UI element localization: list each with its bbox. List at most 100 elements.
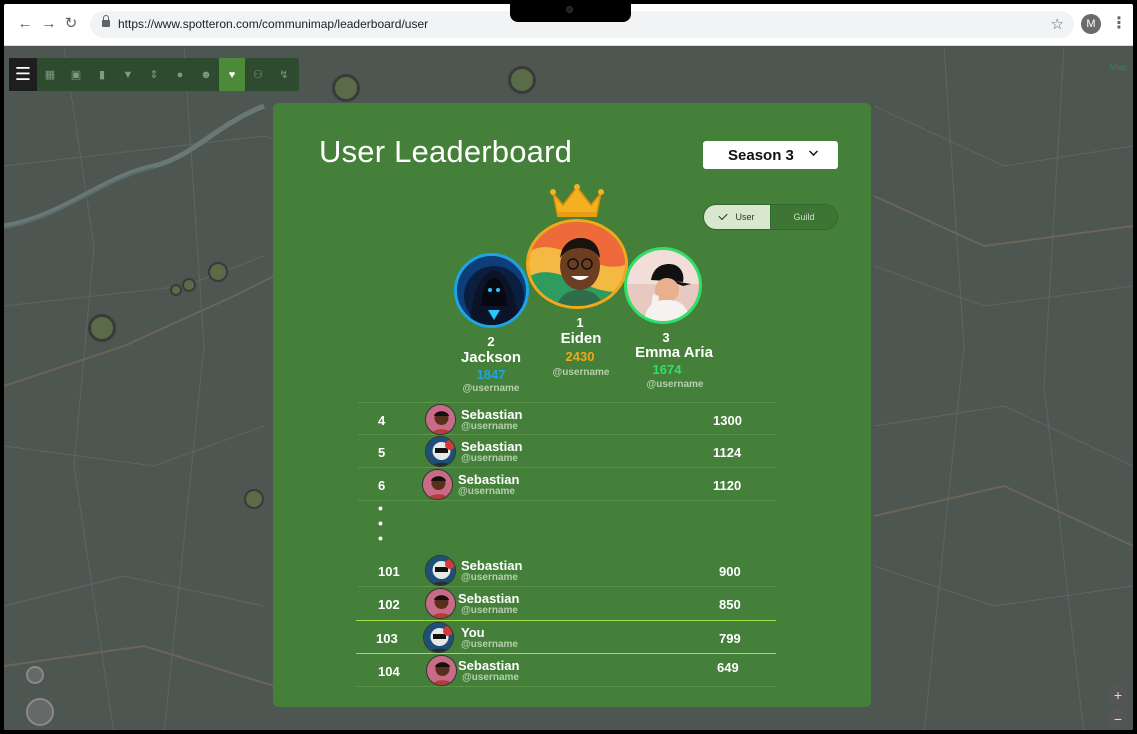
- row-score: 1300: [713, 413, 742, 428]
- row-username: @username: [458, 486, 515, 497]
- map-marker[interactable]: [244, 489, 264, 509]
- row-name: Sebastian: [461, 439, 523, 454]
- podium-username-2: @username: [462, 383, 520, 394]
- podium-avatar-1[interactable]: [526, 219, 628, 309]
- row-score: 900: [719, 564, 741, 579]
- row-name: Sebastian: [461, 558, 523, 573]
- row-score: 1124: [713, 445, 742, 460]
- podium-username-3: @username: [646, 379, 704, 390]
- row-username: @username: [461, 639, 518, 650]
- user-guild-toggle: User Guild: [703, 204, 838, 230]
- row-username: @username: [461, 421, 518, 432]
- leaderboard-row[interactable]: 102 Sebastian @username 850: [358, 587, 776, 620]
- person-icon[interactable]: ☻: [193, 58, 219, 91]
- back-arrow-icon[interactable]: ←: [16, 15, 34, 33]
- map-marker[interactable]: [332, 74, 360, 102]
- row-avatar: [425, 404, 456, 435]
- row-score: 649: [717, 660, 739, 675]
- row-rank: 101: [378, 564, 400, 579]
- row-rank: 104: [378, 664, 400, 679]
- podium-score-3: 1674: [652, 362, 682, 377]
- row-username: @username: [461, 453, 518, 464]
- locate-pin-icon[interactable]: [26, 698, 54, 726]
- podium-name-1: Eiden: [560, 330, 602, 347]
- row-username: @username: [461, 605, 518, 616]
- row-avatar: [425, 588, 456, 619]
- row-username: @username: [462, 672, 519, 683]
- row-avatar: [426, 655, 457, 686]
- podium-rank-1: 1: [576, 315, 584, 330]
- leaderboard-row[interactable]: 6 Sebastian @username 1120: [358, 468, 776, 501]
- row-rank: 6: [378, 478, 386, 493]
- map-marker[interactable]: [88, 314, 116, 342]
- camera-notch: [510, 4, 631, 22]
- filter-icon[interactable]: ▼: [115, 58, 141, 91]
- map-marker[interactable]: [508, 66, 536, 94]
- hooded-figure-avatar: [457, 256, 526, 325]
- zoom-in-button[interactable]: +: [1109, 686, 1127, 704]
- tab-user[interactable]: User: [704, 205, 770, 229]
- map-corner-label: Map: [1109, 62, 1127, 72]
- route-icon[interactable]: ⇕: [141, 58, 167, 91]
- url-text[interactable]: https://www.spotteron.com/communimap/lea…: [118, 17, 428, 31]
- leaderboard-panel: User Leaderboard Season 3 User Guild 2 J…: [273, 103, 871, 707]
- leaderboard-row[interactable]: 101 Sebastian @username 900: [358, 554, 776, 587]
- podium-rank-3: 3: [662, 330, 670, 345]
- map-marker[interactable]: [208, 262, 228, 282]
- smiling-man-avatar: [529, 222, 625, 306]
- row-score: 799: [719, 631, 741, 646]
- podium-score-1: 2430: [565, 349, 595, 364]
- podium-avatar-3[interactable]: [624, 247, 702, 324]
- leaderboard-row[interactable]: 4 Sebastian @username 1300: [358, 402, 776, 435]
- leaderboard-row[interactable]: 5 Sebastian @username 1124: [358, 435, 776, 468]
- leaderboard-row[interactable]: 104 Sebastian @username 649: [356, 654, 776, 687]
- book-icon[interactable]: ▣: [63, 58, 89, 91]
- trophy-icon[interactable]: ♥: [219, 58, 245, 91]
- zoom-out-button[interactable]: −: [1109, 710, 1127, 728]
- podium-rank-2: 2: [487, 334, 495, 349]
- page-title: User Leaderboard: [319, 134, 573, 169]
- row-name: Sebastian: [461, 407, 523, 422]
- row-name: Sebastian: [458, 472, 520, 487]
- ellipsis-dots: • • •: [378, 500, 383, 546]
- row-username: @username: [461, 572, 518, 583]
- map-marker[interactable]: [182, 278, 196, 292]
- layers-icon[interactable]: [26, 666, 44, 684]
- podium-score-2: 1847: [476, 367, 506, 382]
- row-rank: 102: [378, 597, 400, 612]
- row-rank: 103: [376, 631, 398, 646]
- bolt-icon[interactable]: ↯: [271, 58, 297, 91]
- info-icon[interactable]: ●: [167, 58, 193, 91]
- people-icon[interactable]: ⚇: [245, 58, 271, 91]
- podium-avatar-2[interactable]: [454, 253, 529, 328]
- row-avatar: [425, 555, 456, 586]
- chevron-down-icon: [809, 147, 818, 156]
- podium-name-2: Jackson: [460, 349, 522, 366]
- tab-guild-label: Guild: [793, 212, 815, 222]
- row-rank: 4: [378, 413, 386, 428]
- row-rank: 5: [378, 445, 386, 460]
- profile-avatar[interactable]: M: [1081, 14, 1101, 34]
- map-toolbar: ☰ ▦ ▣ ▮ ▼ ⇕ ● ☻ ♥ ⚇ ↯: [9, 58, 299, 91]
- reload-icon[interactable]: ↻: [62, 15, 80, 33]
- check-icon: [718, 210, 729, 221]
- chart-icon[interactable]: ▮: [89, 58, 115, 91]
- row-avatar: [423, 622, 454, 653]
- more-menu-icon[interactable]: ⋮: [1111, 14, 1127, 34]
- browser-window: ← → ↻ https://www.spotteron.com/communim…: [0, 0, 1137, 734]
- menu-icon[interactable]: ☰: [9, 58, 37, 91]
- map-marker[interactable]: [170, 284, 182, 296]
- grid-icon[interactable]: ▦: [37, 58, 63, 91]
- season-dropdown[interactable]: Season 3: [703, 141, 838, 169]
- browser-toolbar: ← → ↻ https://www.spotteron.com/communim…: [4, 4, 1133, 46]
- bookmark-star-icon[interactable]: ☆: [1051, 15, 1064, 33]
- tab-guild[interactable]: Guild: [770, 205, 837, 229]
- leaderboard-row-you[interactable]: 103 You @username 799: [356, 620, 776, 654]
- row-name: You: [461, 625, 485, 640]
- row-avatar: [425, 436, 456, 467]
- row-score: 1120: [713, 478, 742, 493]
- crown-icon: [550, 184, 604, 217]
- forward-arrow-icon[interactable]: →: [40, 15, 58, 33]
- season-label: Season 3: [728, 147, 794, 164]
- row-score: 850: [719, 597, 741, 612]
